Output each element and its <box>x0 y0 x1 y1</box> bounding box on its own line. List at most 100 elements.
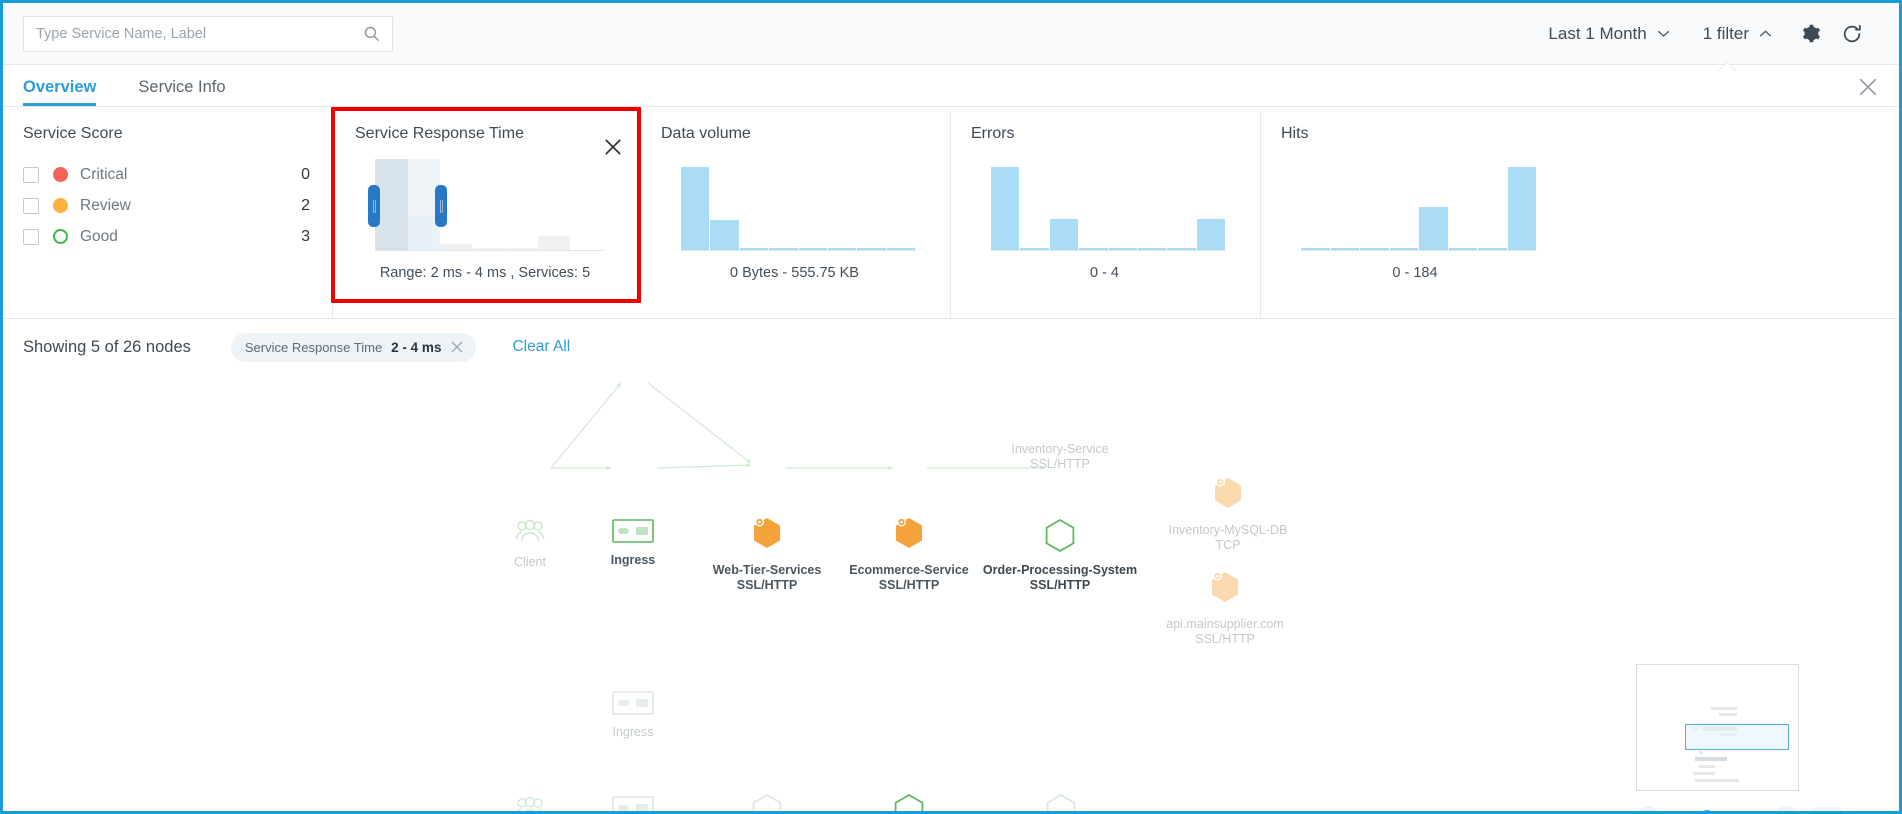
graph-node-label: api.mainsupplier.com SSL/HTTP <box>1166 617 1284 646</box>
device-faint-icon <box>612 796 654 811</box>
histogram-bar <box>1108 248 1137 250</box>
graph-node-label: Inventory-MySQL-DB TCP <box>1168 523 1288 552</box>
facet-errors[interactable]: Errors 0 - 4 <box>951 111 1261 318</box>
graph-node-label: Web-Tier-Services SSL/HTTP <box>712 563 822 592</box>
hexfill-orange-icon <box>891 517 927 558</box>
topology-canvas[interactable]: Client Ingress Web-Tier-Services SSL/HTT… <box>3 375 1899 811</box>
facet-service-response-time[interactable]: Service Response Time Range: 2 ms - 4 ms… <box>331 107 641 303</box>
filter-chip-service-response-time[interactable]: Service Response Time 2 - 4 ms <box>230 332 477 362</box>
zoom-out-button[interactable]: − <box>1636 806 1660 811</box>
hex-faint-icon <box>1044 794 1078 811</box>
facet-title: Service Response Time <box>355 125 524 142</box>
graph-node-label: Order-Processing-System SSL/HTTP <box>982 563 1138 592</box>
gear-icon <box>1802 24 1820 43</box>
histogram-bar <box>886 248 915 250</box>
filter-chip-value: 2 - 4 ms <box>391 339 442 355</box>
hex-faint-icon <box>750 794 784 811</box>
search-input[interactable] <box>36 25 363 42</box>
tab-service-info[interactable]: Service Info <box>138 78 239 106</box>
zoom-slider-knob[interactable] <box>1699 810 1716 811</box>
score-row-critical[interactable]: Critical 0 <box>23 159 310 190</box>
settings-button[interactable] <box>1789 14 1831 54</box>
checkbox-review[interactable] <box>23 197 39 214</box>
checkbox-critical[interactable] <box>23 166 39 183</box>
graph-node-inventory-service[interactable]: Inventory-Service SSL/HTTP <box>965 435 1155 471</box>
top-toolbar: Last 1 Month 1 filter <box>3 3 1899 65</box>
errors-histogram[interactable] <box>991 159 1226 251</box>
facet-hits[interactable]: Hits 0 - 184 <box>1261 111 1571 318</box>
score-value: 2 <box>301 196 310 214</box>
minimap[interactable] <box>1636 664 1799 791</box>
close-icon[interactable] <box>450 340 464 354</box>
search-icon <box>364 26 380 42</box>
score-row-review[interactable]: Review 2 <box>23 190 310 221</box>
histogram-bar <box>739 248 769 250</box>
graph-node-coffee-beverage[interactable]: coffee-beverage SSL/HTTP <box>966 794 1156 811</box>
range-handle-right[interactable] <box>435 185 448 227</box>
filter-chip-key: Service Response Time <box>244 339 383 355</box>
response-time-histogram[interactable] <box>368 159 603 251</box>
hits-histogram[interactable] <box>1301 159 1537 251</box>
graph-node-ingress-bottom[interactable]: Ingress <box>538 691 728 740</box>
facet-data-volume[interactable]: Data volume 0 Bytes - 555.75 KB <box>641 111 951 318</box>
zoom-in-button[interactable]: + <box>1775 806 1799 811</box>
score-label: Review <box>80 196 131 214</box>
refresh-button[interactable] <box>1831 14 1873 54</box>
close-icon[interactable] <box>603 137 623 157</box>
graph-node-order-processing[interactable]: Order-Processing-System SSL/HTTP <box>965 519 1155 592</box>
facet-title: Errors <box>971 125 1015 142</box>
clear-all-button[interactable]: Clear All <box>512 338 570 356</box>
graph-node-label: Ecommerce-Service SSL/HTTP <box>849 563 969 592</box>
graph-node-inventory-mysql-db[interactable]: Inventory-MySQL-DB TCP <box>1133 477 1323 552</box>
status-dot-good <box>53 229 68 244</box>
facet-row: Service Score Critical 0 Review 2 Good 3 <box>3 107 1899 319</box>
minimap-viewport[interactable] <box>1685 724 1789 750</box>
device-faint-icon <box>612 691 654 720</box>
tab-bar: Overview Service Info <box>3 65 1899 107</box>
filter-toggle[interactable]: 1 filter <box>1687 14 1789 54</box>
histogram-bar <box>1049 219 1079 250</box>
score-value: 3 <box>301 227 310 245</box>
score-label: Good <box>80 227 118 245</box>
range-handle-left[interactable] <box>368 185 380 227</box>
facet-title: Data volume <box>661 125 751 142</box>
active-filter-bar: Showing 5 of 26 nodes Service Response T… <box>3 319 1899 375</box>
histogram-bar <box>769 248 798 250</box>
histogram-bar <box>472 248 505 250</box>
checkbox-good[interactable] <box>23 228 39 245</box>
histogram-bar <box>1478 248 1507 250</box>
time-range-selector[interactable]: Last 1 Month <box>1532 14 1686 54</box>
filter-count-label: 1 filter <box>1702 23 1749 43</box>
graph-node-label: Ingress <box>612 725 654 739</box>
histogram-bar <box>1020 248 1049 250</box>
histogram-bar <box>1389 248 1418 250</box>
histogram-bars <box>1301 159 1537 250</box>
data-volume-histogram[interactable] <box>681 159 916 251</box>
graph-node-label: Inventory-Service SSL/HTTP <box>1011 442 1109 471</box>
histogram-bar <box>1137 248 1167 250</box>
status-dot-review <box>53 198 68 213</box>
hexfill-faint-icon <box>1207 571 1243 612</box>
histogram-bar <box>1196 219 1225 250</box>
graph-edge <box>656 462 752 469</box>
close-icon[interactable] <box>1857 76 1879 98</box>
status-dot-critical <box>53 167 68 182</box>
score-label: Critical <box>80 165 128 183</box>
hexfill-faint-icon <box>1210 477 1246 518</box>
histogram-bar <box>710 220 739 250</box>
search-box[interactable] <box>23 15 393 52</box>
histogram-bar <box>1301 248 1330 250</box>
facet-caption: Range: 2 ms - 4 ms , Services: 5 <box>379 265 591 281</box>
score-row-good[interactable]: Good 3 <box>23 221 310 252</box>
graph-node-api-mainsupplier[interactable]: api.mainsupplier.com SSL/HTTP <box>1130 571 1320 646</box>
histogram-bar <box>827 248 857 250</box>
tab-overview[interactable]: Overview <box>23 78 110 106</box>
time-range-label: Last 1 Month <box>1548 23 1647 43</box>
node-count-label: Showing 5 of 26 nodes <box>23 337 191 356</box>
fit-to-screen-button[interactable] <box>1811 807 1843 811</box>
facet-caption: 0 Bytes - 555.75 KB <box>730 265 859 281</box>
hex-green-icon <box>1043 519 1077 558</box>
facet-caption: 0 - 184 <box>1392 265 1438 281</box>
facet-title: Service Score <box>23 125 123 142</box>
graph-edge <box>647 382 752 464</box>
